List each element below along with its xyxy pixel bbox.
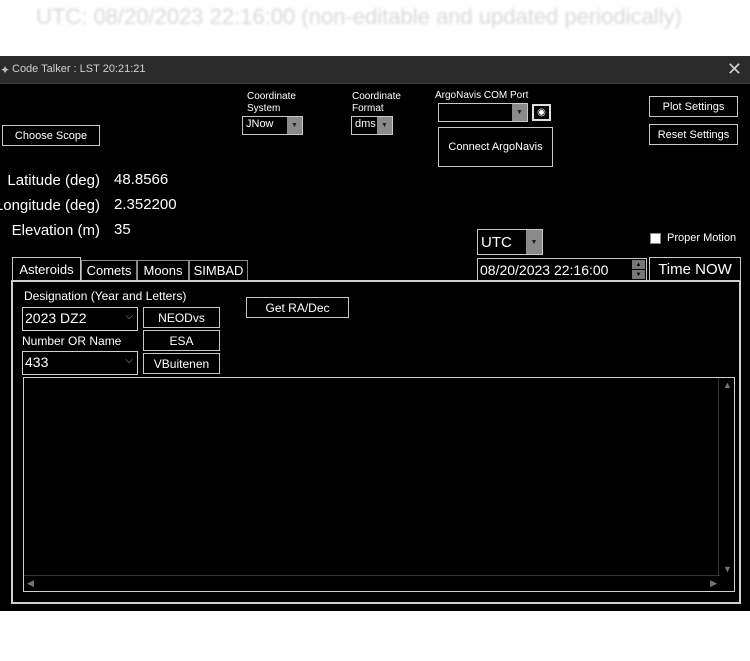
timezone-select[interactable]: UTC ▼ bbox=[477, 229, 543, 255]
scroll-down-icon[interactable]: ▼ bbox=[723, 564, 732, 574]
proper-motion-label: Proper Motion bbox=[667, 232, 737, 244]
coord-format-value: dms bbox=[355, 118, 376, 130]
designation-value: 2023 DZ2 bbox=[25, 310, 87, 326]
com-port-label: ArgoNavis COM Port bbox=[435, 90, 529, 101]
coord-format-select[interactable]: dms ▼ bbox=[351, 116, 393, 135]
coord-format-label-line1: Coordinate bbox=[352, 91, 401, 102]
latitude-label: Latitude (deg) bbox=[7, 172, 100, 189]
asteroids-panel: Designation (Year and Letters) 2023 DZ2 … bbox=[11, 280, 741, 604]
chevron-down-icon: ▼ bbox=[512, 104, 527, 121]
close-icon[interactable]: ✕ bbox=[727, 59, 742, 80]
spin-down-icon[interactable]: ▼ bbox=[632, 270, 645, 279]
coord-system-label-line2: System bbox=[247, 103, 281, 114]
time-now-button[interactable]: Time NOW bbox=[649, 257, 741, 282]
designation-label: Designation (Year and Letters) bbox=[24, 289, 187, 303]
datetime-picker[interactable]: 08/20/2023 22:16:00 ▲ ▼ bbox=[477, 258, 647, 281]
esa-button[interactable]: ESA bbox=[143, 330, 220, 351]
chevron-down-icon: ▼ bbox=[287, 117, 302, 134]
vbuitenen-button[interactable]: VBuitenen bbox=[143, 353, 220, 374]
plot-settings-button[interactable]: Plot Settings bbox=[649, 96, 738, 117]
tab-asteroids[interactable]: Asteroids bbox=[12, 257, 81, 281]
scroll-left-icon[interactable]: ◀ bbox=[27, 578, 34, 589]
connect-argonavis-button[interactable]: Connect ArgoNavis bbox=[438, 127, 553, 167]
elevation-label: Elevation (m) bbox=[11, 222, 100, 239]
coord-format-label-line2: Format bbox=[352, 103, 384, 114]
neodys-button[interactable]: NEODvs bbox=[143, 307, 220, 328]
designation-select[interactable]: 2023 DZ2 ⌵ bbox=[22, 307, 138, 331]
number-value: 433 bbox=[25, 354, 49, 370]
scroll-right-icon[interactable]: ▶ bbox=[710, 578, 717, 589]
vertical-scrollbar[interactable]: ▲ ▼ bbox=[718, 378, 734, 576]
target-icon: ◉ bbox=[537, 107, 546, 118]
tab-comets[interactable]: Comets bbox=[81, 260, 137, 280]
elevation-value: 35 bbox=[114, 221, 131, 238]
number-label: Number OR Name bbox=[22, 334, 122, 348]
horizontal-scrollbar[interactable]: ◀ ▶ bbox=[24, 575, 720, 591]
proper-motion-checkbox[interactable] bbox=[650, 233, 661, 244]
datetime-value: 08/20/2023 22:16:00 bbox=[480, 262, 609, 278]
utc-header-text: UTC: 08/20/2023 22:16:00 (non-editable a… bbox=[36, 4, 682, 29]
choose-scope-button[interactable]: Choose Scope bbox=[2, 125, 100, 146]
longitude-value: 2.352200 bbox=[114, 196, 177, 213]
scroll-up-icon[interactable]: ▲ bbox=[723, 380, 732, 390]
coord-system-select[interactable]: JNow ▼ bbox=[242, 116, 303, 135]
com-port-select[interactable]: ▼ bbox=[438, 103, 528, 122]
latitude-value: 48.8566 bbox=[114, 171, 169, 188]
reset-settings-button[interactable]: Reset Settings bbox=[649, 124, 738, 145]
get-radec-button[interactable]: Get RA/Dec bbox=[246, 297, 349, 318]
timezone-value: UTC bbox=[481, 234, 512, 251]
chevron-down-icon: ⌵ bbox=[125, 311, 133, 322]
chevron-down-icon: ⌵ bbox=[125, 355, 133, 366]
coord-system-label-line1: Coordinate bbox=[247, 91, 296, 102]
code-talker-window: ✦ Code Talker : LST 20:21:21 ✕ Choose Sc… bbox=[0, 56, 750, 611]
coord-system-value: JNow bbox=[246, 118, 274, 130]
output-textarea[interactable]: ▲ ▼ ◀ ▶ bbox=[23, 377, 735, 592]
longitude-label: Longitude (deg) bbox=[0, 197, 100, 214]
app-icon: ✦ bbox=[0, 63, 11, 77]
chevron-down-icon: ▼ bbox=[526, 230, 542, 254]
title-bar: ✦ Code Talker : LST 20:21:21 ✕ bbox=[0, 56, 750, 84]
number-select[interactable]: 433 ⌵ bbox=[22, 351, 138, 375]
chevron-down-icon: ▼ bbox=[377, 117, 392, 134]
tab-moons[interactable]: Moons bbox=[137, 260, 189, 280]
spin-up-icon[interactable]: ▲ bbox=[632, 260, 645, 269]
tab-simbad[interactable]: SIMBAD bbox=[189, 260, 248, 280]
window-title: Code Talker : LST 20:21:21 bbox=[12, 63, 146, 75]
refresh-ports-button[interactable]: ◉ bbox=[532, 104, 551, 121]
